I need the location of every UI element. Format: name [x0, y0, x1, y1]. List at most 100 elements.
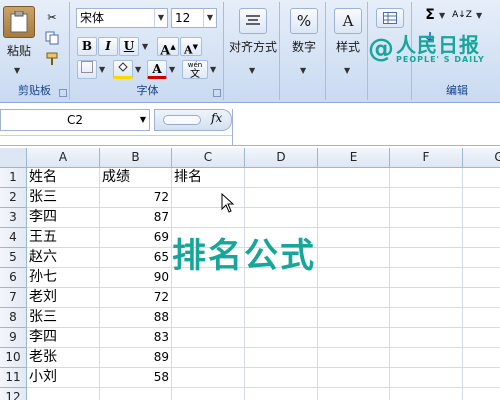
- italic-button[interactable]: I: [98, 37, 118, 56]
- font-name-select[interactable]: 宋体 ▼: [76, 8, 168, 28]
- alignment-dropdown-icon[interactable]: ▼: [249, 66, 255, 75]
- cell-b10[interactable]: 89: [100, 348, 172, 368]
- copy-icon[interactable]: [42, 29, 62, 47]
- insert-function-icon[interactable]: fx: [211, 111, 222, 125]
- borders-button[interactable]: [77, 60, 97, 79]
- cell-a6[interactable]: 孙七: [27, 268, 100, 288]
- cell-e9[interactable]: [318, 328, 390, 348]
- cell-f10[interactable]: [390, 348, 463, 368]
- cell-a9[interactable]: 李四: [27, 328, 100, 348]
- cell-f8[interactable]: [390, 308, 463, 328]
- row-header[interactable]: 7: [0, 288, 27, 308]
- font-launcher-icon[interactable]: [213, 89, 221, 97]
- column-header-d[interactable]: D: [245, 148, 318, 168]
- sort-dropdown-icon[interactable]: ▼: [476, 11, 482, 20]
- row-header[interactable]: 12: [0, 388, 27, 400]
- cell-e12[interactable]: [318, 388, 390, 400]
- cell-c9[interactable]: [172, 328, 245, 348]
- autosum-icon[interactable]: Σ: [420, 6, 440, 24]
- cell-b6[interactable]: 90: [100, 268, 172, 288]
- cell-e1[interactable]: [318, 168, 390, 188]
- cell-e6[interactable]: [318, 268, 390, 288]
- cell-a1[interactable]: 姓名: [27, 168, 100, 188]
- name-box[interactable]: C2 ▼: [0, 109, 150, 131]
- cell-c8[interactable]: [172, 308, 245, 328]
- number-dropdown-icon[interactable]: ▼: [300, 66, 306, 75]
- cell-f2[interactable]: [390, 188, 463, 208]
- bold-button[interactable]: B: [77, 37, 97, 56]
- cell-b12[interactable]: [100, 388, 172, 400]
- cell-a10[interactable]: 老张: [27, 348, 100, 368]
- row-header[interactable]: 9: [0, 328, 27, 348]
- cell-g5[interactable]: [463, 248, 500, 268]
- column-header-g[interactable]: G: [463, 148, 500, 168]
- cell-c10[interactable]: [172, 348, 245, 368]
- cell-g1[interactable]: [463, 168, 500, 188]
- row-header[interactable]: 6: [0, 268, 27, 288]
- cell-e11[interactable]: [318, 368, 390, 388]
- cell-e7[interactable]: [318, 288, 390, 308]
- cell-f9[interactable]: [390, 328, 463, 348]
- styles-dropdown-icon[interactable]: ▼: [344, 66, 350, 75]
- font-color-dropdown-icon[interactable]: ▼: [169, 65, 175, 74]
- cell-a8[interactable]: 张三: [27, 308, 100, 328]
- cell-b11[interactable]: 58: [100, 368, 172, 388]
- cell-g2[interactable]: [463, 188, 500, 208]
- cell-b5[interactable]: 65: [100, 248, 172, 268]
- column-header-c[interactable]: C: [172, 148, 245, 168]
- cell-b3[interactable]: 87: [100, 208, 172, 228]
- cell-f7[interactable]: [390, 288, 463, 308]
- phonetic-button[interactable]: wén 文: [182, 60, 208, 80]
- cell-g7[interactable]: [463, 288, 500, 308]
- cell-e4[interactable]: [318, 228, 390, 248]
- cell-c7[interactable]: [172, 288, 245, 308]
- cell-b4[interactable]: 69: [100, 228, 172, 248]
- cell-g9[interactable]: [463, 328, 500, 348]
- cell-f1[interactable]: [390, 168, 463, 188]
- cell-f5[interactable]: [390, 248, 463, 268]
- cell-d8[interactable]: [245, 308, 318, 328]
- alignment-button[interactable]: 对齐方式: [227, 8, 279, 55]
- cell-a4[interactable]: 王五: [27, 228, 100, 248]
- row-header[interactable]: 3: [0, 208, 27, 228]
- select-all-corner[interactable]: [0, 148, 27, 168]
- autosum-dropdown-icon[interactable]: ▼: [439, 11, 445, 20]
- cell-e10[interactable]: [318, 348, 390, 368]
- cell-a5[interactable]: 赵六: [27, 248, 100, 268]
- cell-e5[interactable]: [318, 248, 390, 268]
- cell-d9[interactable]: [245, 328, 318, 348]
- underline-dropdown-icon[interactable]: ▼: [142, 42, 148, 51]
- cell-g11[interactable]: [463, 368, 500, 388]
- cell-f3[interactable]: [390, 208, 463, 228]
- row-header[interactable]: 1: [0, 168, 27, 188]
- fill-color-dropdown-icon[interactable]: ▼: [135, 65, 141, 74]
- cell-d7[interactable]: [245, 288, 318, 308]
- font-color-button[interactable]: A: [147, 60, 167, 79]
- cell-c11[interactable]: [172, 368, 245, 388]
- cells-icon[interactable]: [376, 8, 404, 28]
- shrink-font-button[interactable]: A▼: [180, 37, 202, 57]
- format-painter-icon[interactable]: [42, 50, 62, 68]
- row-header[interactable]: 8: [0, 308, 27, 328]
- row-header[interactable]: 10: [0, 348, 27, 368]
- paste-dropdown-icon[interactable]: ▼: [14, 66, 20, 75]
- cell-g6[interactable]: [463, 268, 500, 288]
- cell-a7[interactable]: 老刘: [27, 288, 100, 308]
- cell-b7[interactable]: 72: [100, 288, 172, 308]
- row-header[interactable]: 5: [0, 248, 27, 268]
- cell-a12[interactable]: [27, 388, 100, 400]
- column-header-f[interactable]: F: [390, 148, 463, 168]
- row-header[interactable]: 4: [0, 228, 27, 248]
- cell-a3[interactable]: 李四: [27, 208, 100, 228]
- chevron-down-icon[interactable]: ▼: [140, 110, 146, 130]
- cell-d2[interactable]: [245, 188, 318, 208]
- number-format-button[interactable]: % 数字: [284, 8, 324, 55]
- cell-f4[interactable]: [390, 228, 463, 248]
- cell-e3[interactable]: [318, 208, 390, 228]
- underline-button[interactable]: U: [119, 37, 139, 56]
- cell-d12[interactable]: [245, 388, 318, 400]
- cell-a2[interactable]: 张三: [27, 188, 100, 208]
- cell-e2[interactable]: [318, 188, 390, 208]
- formula-input[interactable]: [232, 109, 500, 145]
- column-header-a[interactable]: A: [27, 148, 100, 168]
